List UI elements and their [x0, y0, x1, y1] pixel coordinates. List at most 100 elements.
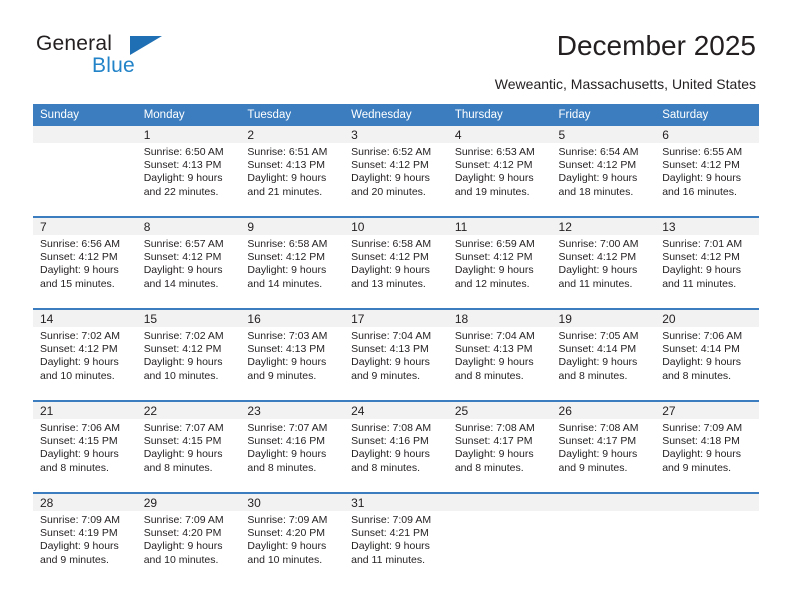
day-cell[interactable]: 11 Sunrise: 6:59 AM Sunset: 4:12 PM Dayligh… — [447, 216, 552, 309]
day-cell[interactable]: 29 Sunrise: 7:09 AM Sunset: 4:20 PM Dayligh… — [136, 492, 241, 584]
sunrise-text: Sunrise: 7:08 AM — [351, 422, 432, 434]
daylight-text-line1: Daylight: 9 hours — [351, 540, 430, 553]
daylight-text-line1: Daylight: 9 hours — [351, 356, 430, 369]
day-cell[interactable]: 13 Sunrise: 7:01 AM Sunset: 4:12 PM Dayligh… — [655, 216, 759, 309]
sunrise-text: Sunrise: 6:58 AM — [351, 238, 432, 250]
day-cell[interactable]: 27 Sunrise: 7:09 AM Sunset: 4:18 PM Dayligh… — [655, 400, 759, 493]
day-cell[interactable]: 30 Sunrise: 7:09 AM Sunset: 4:20 PM Dayligh… — [240, 492, 345, 584]
weekday-header-saturday: Saturday — [655, 104, 759, 126]
day-number: 23 — [240, 402, 345, 419]
day-cell[interactable]: 25 Sunrise: 7:08 AM Sunset: 4:17 PM Dayligh… — [447, 400, 552, 493]
sunrise-text: Sunrise: 6:51 AM — [247, 146, 328, 158]
daylight-text-line1: Daylight: 9 hours — [662, 264, 742, 277]
day-cell[interactable]: 28 Sunrise: 7:09 AM Sunset: 4:19 PM Dayligh… — [33, 492, 137, 584]
sunset-text: Sunset: 4:12 PM — [143, 343, 222, 356]
sunset-text: Sunset: 4:13 PM — [351, 343, 429, 356]
day-cell[interactable]: 21 Sunrise: 7:06 AM Sunset: 4:15 PM Dayligh… — [33, 400, 137, 493]
daylight-text-line2: and 8 minutes. — [247, 461, 317, 474]
general-blue-logo[interactable]: General Blue — [36, 32, 236, 84]
day-number: 29 — [136, 494, 241, 511]
day-cell[interactable]: 24 Sunrise: 7:08 AM Sunset: 4:16 PM Dayligh… — [344, 400, 448, 493]
day-cell[interactable]: 9 Sunrise: 6:58 AM Sunset: 4:12 PM Daylight… — [240, 216, 345, 309]
daylight-text-line1: Daylight: 9 hours — [454, 264, 534, 277]
day-cell[interactable]: 19 Sunrise: 7:05 AM Sunset: 4:14 PM Dayligh… — [551, 308, 656, 401]
weekday-header-wednesday: Wednesday — [344, 104, 448, 126]
sunset-text: Sunset: 4:20 PM — [247, 527, 326, 540]
day-cell[interactable] — [33, 126, 137, 217]
sunset-text: Sunset: 4:13 PM — [247, 343, 326, 356]
day-number: 9 — [240, 218, 345, 235]
daylight-text-line1: Daylight: 9 hours — [40, 356, 119, 369]
daylight-text-line1: Daylight: 9 hours — [351, 264, 430, 277]
day-number: 6 — [655, 126, 759, 143]
day-number: 26 — [551, 402, 656, 419]
day-number: 22 — [136, 402, 241, 419]
day-cell[interactable]: 17 Sunrise: 7:04 AM Sunset: 4:13 PM Dayligh… — [344, 308, 448, 401]
day-number: 7 — [33, 218, 137, 235]
day-cell[interactable]: 1 Sunrise: 6:50 AM Sunset: 4:13 PM Daylight… — [136, 126, 241, 217]
calendar-body: 1 Sunrise: 6:50 AM Sunset: 4:13 PM Daylight… — [33, 126, 759, 584]
sunset-text: Sunset: 4:14 PM — [558, 343, 637, 356]
daylight-text-line2: and 12 minutes. — [454, 277, 530, 290]
calendar-week-row: 21 Sunrise: 7:06 AM Sunset: 4:15 PM Dayligh… — [33, 400, 759, 493]
day-cell[interactable]: 4 Sunrise: 6:53 AM Sunset: 4:12 PM Daylight… — [447, 126, 552, 217]
daylight-text-line1: Daylight: 9 hours — [662, 356, 742, 369]
day-cell[interactable]: 10 Sunrise: 6:58 AM Sunset: 4:12 PM Dayligh… — [344, 216, 448, 309]
day-number: 16 — [240, 310, 345, 327]
sunrise-text: Sunrise: 7:02 AM — [40, 330, 120, 342]
day-cell[interactable]: 5 Sunrise: 6:54 AM Sunset: 4:12 PM Daylight… — [551, 126, 656, 217]
day-cell[interactable]: 31 Sunrise: 7:09 AM Sunset: 4:21 PM Dayligh… — [344, 492, 448, 584]
page-title: December 2025 — [556, 30, 756, 61]
day-cell[interactable]: 18 Sunrise: 7:04 AM Sunset: 4:13 PM Dayligh… — [447, 308, 552, 401]
sunrise-text: Sunrise: 7:04 AM — [454, 330, 535, 342]
daylight-text-line1: Daylight: 9 hours — [454, 448, 534, 461]
day-number — [551, 494, 656, 511]
day-cell[interactable]: 2 Sunrise: 6:51 AM Sunset: 4:13 PM Daylight… — [240, 126, 345, 217]
daylight-text-line2: and 13 minutes. — [351, 277, 426, 290]
daylight-text-line2: and 8 minutes. — [454, 369, 524, 382]
day-cell[interactable]: 22 Sunrise: 7:07 AM Sunset: 4:15 PM Dayligh… — [136, 400, 241, 493]
sunrise-text: Sunrise: 6:52 AM — [351, 146, 432, 158]
weekday-header-sunday: Sunday — [33, 104, 137, 126]
sunset-text: Sunset: 4:12 PM — [351, 251, 429, 264]
daylight-text-line1: Daylight: 9 hours — [143, 540, 223, 553]
daylight-text-line1: Daylight: 9 hours — [40, 264, 119, 277]
day-cell[interactable]: 15 Sunrise: 7:02 AM Sunset: 4:12 PM Dayligh… — [136, 308, 241, 401]
daylight-text-line2: and 10 minutes. — [247, 553, 323, 566]
day-number: 8 — [136, 218, 241, 235]
sunset-text: Sunset: 4:21 PM — [351, 527, 429, 540]
sunrise-text: Sunrise: 7:04 AM — [351, 330, 432, 342]
sunrise-text: Sunrise: 7:08 AM — [558, 422, 639, 434]
sunrise-text: Sunrise: 7:06 AM — [662, 330, 743, 342]
day-cell[interactable]: 7 Sunrise: 6:56 AM Sunset: 4:12 PM Daylight… — [33, 216, 137, 309]
sunset-text: Sunset: 4:12 PM — [558, 159, 637, 172]
sunset-text: Sunset: 4:14 PM — [662, 343, 740, 356]
sunrise-text: Sunrise: 6:53 AM — [454, 146, 535, 158]
day-cell[interactable]: 16 Sunrise: 7:03 AM Sunset: 4:13 PM Dayligh… — [240, 308, 345, 401]
sunrise-text: Sunrise: 6:57 AM — [143, 238, 224, 250]
sunrise-text: Sunrise: 7:09 AM — [40, 514, 120, 526]
daylight-text-line2: and 21 minutes. — [247, 185, 323, 198]
sunset-text: Sunset: 4:13 PM — [143, 159, 222, 172]
day-cell[interactable]: 26 Sunrise: 7:08 AM Sunset: 4:17 PM Dayligh… — [551, 400, 656, 493]
sunset-text: Sunset: 4:12 PM — [662, 251, 740, 264]
sunset-text: Sunset: 4:12 PM — [351, 159, 429, 172]
weekday-header-thursday: Thursday — [447, 104, 552, 126]
day-cell[interactable] — [447, 492, 552, 584]
day-cell[interactable]: 8 Sunrise: 6:57 AM Sunset: 4:12 PM Daylight… — [136, 216, 241, 309]
daylight-text-line1: Daylight: 9 hours — [351, 172, 430, 185]
day-number: 1 — [136, 126, 241, 143]
daylight-text-line2: and 9 minutes. — [247, 369, 317, 382]
day-cell[interactable]: 3 Sunrise: 6:52 AM Sunset: 4:12 PM Daylight… — [344, 126, 448, 217]
sunrise-text: Sunrise: 7:08 AM — [454, 422, 535, 434]
day-cell[interactable]: 12 Sunrise: 7:00 AM Sunset: 4:12 PM Dayligh… — [551, 216, 656, 309]
day-cell[interactable] — [551, 492, 656, 584]
day-cell[interactable]: 14 Sunrise: 7:02 AM Sunset: 4:12 PM Dayligh… — [33, 308, 137, 401]
page-header: General Blue December 2025 Weweantic, Ma… — [0, 0, 792, 100]
day-cell[interactable]: 20 Sunrise: 7:06 AM Sunset: 4:14 PM Dayligh… — [655, 308, 759, 401]
daylight-text-line2: and 10 minutes. — [143, 369, 219, 382]
day-cell[interactable]: 6 Sunrise: 6:55 AM Sunset: 4:12 PM Daylight… — [655, 126, 759, 217]
day-cell[interactable] — [655, 492, 759, 584]
daylight-text-line2: and 18 minutes. — [558, 185, 634, 198]
day-cell[interactable]: 23 Sunrise: 7:07 AM Sunset: 4:16 PM Dayligh… — [240, 400, 345, 493]
